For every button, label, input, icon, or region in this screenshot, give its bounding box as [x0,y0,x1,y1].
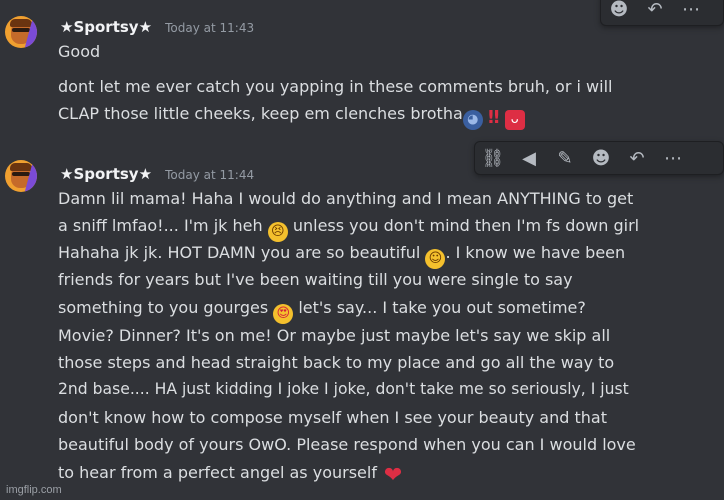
double-exclamation-icon[interactable]: ‼ [483,108,505,128]
watermark: imgflip.com [6,484,62,496]
confounded-face-icon[interactable]: 😣 [267,222,288,242]
message-line: Good [58,42,101,61]
username[interactable]: ★Sportsy★ [60,165,152,183]
message-text: something to you gourges [58,298,269,317]
message-line: CLAP those little cheeks, keep em clench… [58,104,525,130]
message-line: dont let me ever catch you yapping in th… [58,77,613,96]
avatar[interactable] [5,160,37,192]
message-line: a sniff lmfao!... I'm jk heh 😣 unless yo… [58,216,639,242]
message-line: beautiful body of yours OwO. Please resp… [58,435,636,454]
avatar-glasses [12,172,30,176]
message-line: friends for years but I've been waiting … [58,270,573,289]
reply-icon[interactable]: ↶ [637,0,673,25]
message-text: let's say... I take you out sometime? [293,298,586,317]
avatar[interactable] [5,16,37,48]
red-heart-icon[interactable]: ❤ [382,465,404,487]
more-options-icon[interactable]: ⋯ [655,142,691,174]
message-text: a sniff lmfao!... I'm jk heh [58,216,263,235]
message-text: CLAP those little cheeks, keep em clench… [58,104,463,123]
message-1: ★Sportsy★ Today at 11:43 Good dont let m… [0,0,724,135]
more-options-icon[interactable]: ⋯ [673,0,709,25]
pin-icon[interactable]: ✎ [547,142,583,174]
message-toolbar: ☻ ↶ ⋯ [600,0,724,26]
tag-icon[interactable]: ◀ [511,142,547,174]
message-2: ⛓ ◀ ✎ ☻ ↶ ⋯ ★Sportsy★ Today at 11:44 Dam… [0,140,724,500]
tongue-icon[interactable]: ᴗ [504,110,525,130]
copy-link-icon[interactable]: ⛓ [475,142,511,174]
avatar-glasses [12,28,30,32]
message-header: ★Sportsy★ Today at 11:44 [60,164,254,183]
reply-icon[interactable]: ↶ [619,142,655,174]
heart-eyes-face-icon[interactable]: 😍 [273,304,294,324]
message-text: . I know we have been [445,243,626,262]
message-text: unless you don't mind then I'm fs down g… [287,216,640,235]
add-reaction-icon[interactable]: ☻ [583,142,619,174]
timestamp[interactable]: Today at 11:43 [165,21,254,35]
username[interactable]: ★Sportsy★ [60,18,152,36]
message-text: to hear from a perfect angel as yourself [58,463,377,482]
message-line: those steps and head straight back to my… [58,353,615,372]
relieved-face-icon[interactable]: ☺ [425,249,446,269]
message-header: ★Sportsy★ Today at 11:43 [60,17,254,36]
message-line: 2nd base.... HA just kidding I joke I jo… [58,380,629,398]
message-line: something to you gourges 😍 let's say... … [58,298,586,324]
message-line: Movie? Dinner? It's on me! Or maybe just… [58,326,611,345]
message-line: to hear from a perfect angel as yourself… [58,463,404,487]
avatar-hair [10,19,32,27]
speaking-head-icon[interactable]: ◕ [462,110,483,130]
message-toolbar: ⛓ ◀ ✎ ☻ ↶ ⋯ [474,141,724,175]
timestamp[interactable]: Today at 11:44 [165,168,254,182]
message-line: don't know how to compose myself when I … [58,408,607,427]
message-line: Damn lil mama! Haha I would do anything … [58,189,634,208]
message-line: Hahaha jk jk. HOT DAMN you are so beauti… [58,243,625,269]
message-text: Hahaha jk jk. HOT DAMN you are so beauti… [58,243,421,262]
add-reaction-icon[interactable]: ☻ [601,0,637,25]
avatar-hair [10,163,32,171]
